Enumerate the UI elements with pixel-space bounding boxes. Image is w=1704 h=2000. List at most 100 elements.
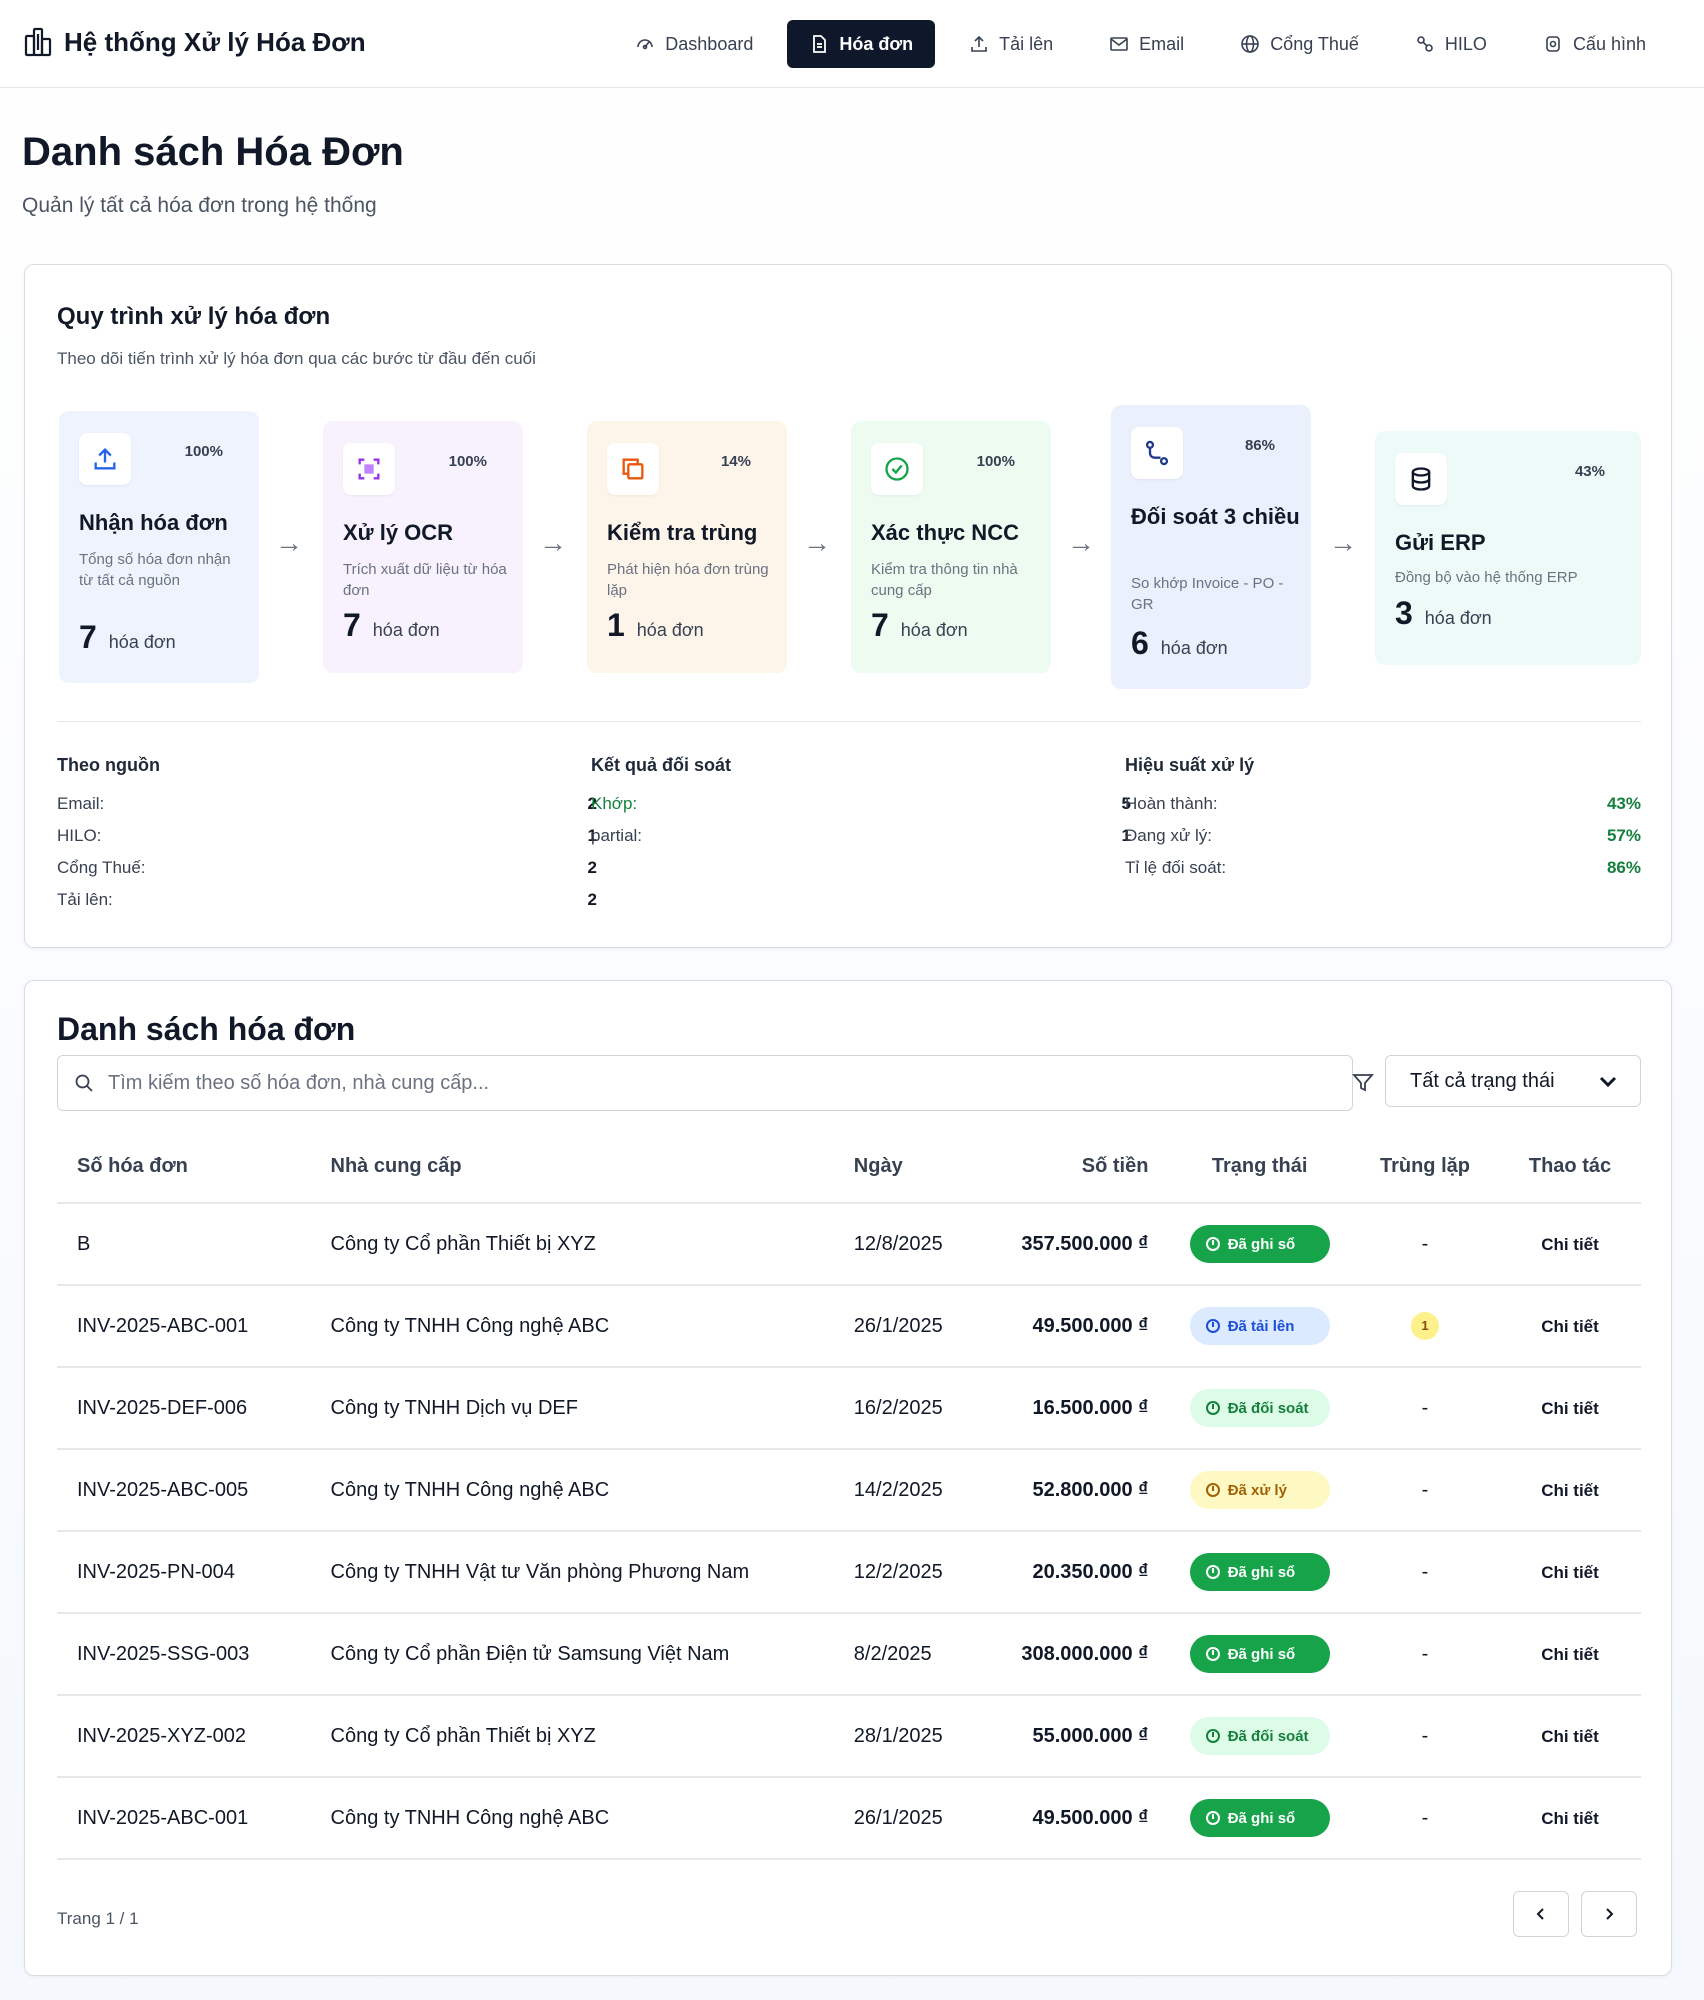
stat-label: Cổng Thuế: xyxy=(57,858,146,877)
step-count-unit: hóa đơn xyxy=(372,620,440,640)
nav-dashboard[interactable]: Dashboard xyxy=(613,20,775,68)
stat-label: Tải lên: xyxy=(57,890,113,909)
stat-row: Tải lên: 2 xyxy=(57,884,597,916)
detail-link[interactable]: Chi tiết xyxy=(1541,1563,1599,1582)
nav-hilo-label: HILO xyxy=(1444,33,1487,54)
status-text: Đã ghi sổ xyxy=(1227,1645,1296,1663)
invoice-number: INV-2025-DEF-006 xyxy=(57,1367,311,1450)
table-row[interactable]: INV-2025-DEF-006 Công ty TNHH Dịch vụ DE… xyxy=(57,1367,1641,1450)
invoice-number: B xyxy=(57,1203,311,1286)
chevron-right-icon xyxy=(1606,1908,1614,1920)
col-vendor[interactable]: Nhà cung cấp xyxy=(310,1131,834,1204)
arrow-right-icon: → xyxy=(803,527,831,558)
vendor-name: Công ty TNHH Vật tư Văn phòng Phương Nam xyxy=(310,1531,834,1614)
file-icon xyxy=(813,35,827,53)
detail-link[interactable]: Chi tiết xyxy=(1541,1317,1599,1336)
step-count: 1 hóa đơn xyxy=(607,607,704,644)
step-vendor-verify[interactable]: 100% Xác thực NCC Kiểm tra thông tin nhà… xyxy=(851,421,1051,673)
detail-link[interactable]: Chi tiết xyxy=(1541,1727,1599,1746)
action-cell: Chi tiết xyxy=(1499,1613,1641,1696)
search-box[interactable] xyxy=(57,1055,1353,1111)
status-badge: Đã đối soát xyxy=(1189,1717,1330,1755)
step-duplicate-check[interactable]: 14% Kiểm tra trùng Phát hiện hóa đơn trù… xyxy=(587,421,787,673)
action-cell: Chi tiết xyxy=(1499,1203,1641,1286)
vendor-name: Công ty TNHH Công nghệ ABC xyxy=(310,1777,834,1860)
mail-icon xyxy=(1110,37,1128,51)
search-input[interactable] xyxy=(108,1071,1308,1095)
table-row[interactable]: INV-2025-ABC-005 Công ty TNHH Công nghệ … xyxy=(57,1449,1641,1532)
nav-email[interactable]: Email xyxy=(1087,20,1206,68)
col-duplicate[interactable]: Trùng lặp xyxy=(1350,1131,1499,1204)
action-cell: Chi tiết xyxy=(1499,1777,1641,1860)
action-cell: Chi tiết xyxy=(1499,1531,1641,1614)
table-header-row: Số hóa đơn Nhà cung cấp Ngày Số tiền Trạ… xyxy=(57,1131,1641,1204)
clock-icon xyxy=(1205,1483,1220,1497)
step-desc: Phát hiện hóa đơn trùng lặp xyxy=(607,561,769,599)
pagination-text: Trang 1 / 1 xyxy=(57,1909,139,1928)
filter-icon[interactable] xyxy=(1351,1071,1375,1095)
vendor-name: Công ty Cổ phần Điện tử Samsung Việt Nam xyxy=(310,1613,834,1696)
status-badge: Đã ghi sổ xyxy=(1189,1225,1330,1263)
nav-invoices-label: Hóa đơn xyxy=(839,33,914,54)
table-row[interactable]: INV-2025-SSG-003 Công ty Cổ phần Điện tử… xyxy=(57,1613,1641,1696)
step-count-value: 3 xyxy=(1395,595,1413,631)
col-actions: Thao tác xyxy=(1499,1131,1641,1204)
link-icon xyxy=(1417,36,1433,52)
step-count-unit: hóa đơn xyxy=(1424,608,1492,628)
action-cell: Chi tiết xyxy=(1499,1449,1641,1532)
route-icon xyxy=(1131,427,1183,479)
status-cell: Đã đối soát xyxy=(1168,1367,1351,1450)
status-cell: Đã ghi sổ xyxy=(1168,1203,1351,1286)
stat-value: 43% xyxy=(1606,794,1641,813)
table-row[interactable]: B Công ty Cổ phần Thiết bị XYZ 12/8/2025… xyxy=(57,1203,1641,1286)
table-row[interactable]: INV-2025-ABC-001 Công ty TNHH Công nghệ … xyxy=(57,1777,1641,1860)
nav-hilo[interactable]: HILO xyxy=(1393,20,1509,68)
detail-link[interactable]: Chi tiết xyxy=(1541,1481,1599,1500)
detail-link[interactable]: Chi tiết xyxy=(1541,1645,1599,1664)
col-invoice-number[interactable]: Số hóa đơn xyxy=(57,1131,311,1204)
nav-upload[interactable]: Tải lên xyxy=(947,20,1075,68)
invoice-number: INV-2025-ABC-001 xyxy=(57,1777,311,1860)
detail-link[interactable]: Chi tiết xyxy=(1541,1399,1599,1418)
col-amount[interactable]: Số tiền xyxy=(965,1131,1169,1204)
stat-label: Tỉ lệ đối soát: xyxy=(1125,858,1227,877)
step-desc: Tổng số hóa đơn nhận từ tất cả nguồn xyxy=(79,551,231,589)
detail-link[interactable]: Chi tiết xyxy=(1541,1809,1599,1828)
table-row[interactable]: INV-2025-XYZ-002 Công ty Cổ phần Thiết b… xyxy=(57,1695,1641,1778)
step-count-value: 7 xyxy=(79,619,97,655)
table-row[interactable]: INV-2025-PN-004 Công ty TNHH Vật tư Văn … xyxy=(57,1531,1641,1614)
col-status[interactable]: Trạng thái xyxy=(1168,1131,1351,1204)
next-page-button[interactable] xyxy=(1581,1891,1637,1937)
prev-page-button[interactable] xyxy=(1513,1891,1569,1937)
detail-link[interactable]: Chi tiết xyxy=(1541,1235,1599,1254)
stat-label: Hoàn thành: xyxy=(1125,794,1218,813)
step-three-way-match[interactable]: 86% Đối soát 3 chiều So khớp Invoice - P… xyxy=(1111,405,1311,689)
status-text: Đã đối soát xyxy=(1227,1399,1309,1417)
invoice-number: INV-2025-XYZ-002 xyxy=(57,1695,311,1778)
brand[interactable]: Hệ thống Xử lý Hóa Đơn xyxy=(22,26,366,58)
step-receive[interactable]: 100% Nhận hóa đơn Tổng số hóa đơn nhận t… xyxy=(59,411,259,683)
duplicate-cell: - xyxy=(1350,1203,1499,1286)
stat-value: 2 xyxy=(587,858,597,877)
step-title: Kiểm tra trùng xyxy=(607,520,758,545)
nav-settings[interactable]: Cấu hình xyxy=(1521,20,1668,68)
step-ocr[interactable]: 100% Xử lý OCR Trích xuất dữ liệu từ hóa… xyxy=(323,421,523,673)
nav-invoices[interactable]: Hóa đơn xyxy=(787,20,936,68)
clock-icon xyxy=(1205,1565,1220,1579)
col-date[interactable]: Ngày xyxy=(833,1131,966,1204)
table-row[interactable]: INV-2025-ABC-001 Công ty TNHH Công nghệ … xyxy=(57,1285,1641,1368)
nav-tax-portal[interactable]: Cổng Thuế xyxy=(1218,20,1381,68)
status-filter-select[interactable]: Tất cả trạng thái xyxy=(1385,1055,1641,1107)
step-count-unit: hóa đơn xyxy=(900,620,968,640)
chevron-left-icon xyxy=(1536,1908,1544,1920)
status-cell: Đã ghi sổ xyxy=(1168,1777,1351,1860)
duplicate-count-badge[interactable]: 1 xyxy=(1410,1312,1439,1340)
clock-icon xyxy=(1205,1237,1220,1251)
divider xyxy=(57,721,1641,722)
step-erp-sync[interactable]: 43% Gửi ERP Đồng bộ vào hệ thống ERP 3 h… xyxy=(1375,431,1641,665)
invoice-date: 26/1/2025 xyxy=(833,1285,966,1368)
status-text: Đã đối soát xyxy=(1227,1727,1309,1745)
invoice-number: INV-2025-PN-004 xyxy=(57,1531,311,1614)
stat-label: HILO: xyxy=(57,826,102,845)
nav-dashboard-label: Dashboard xyxy=(665,33,754,54)
